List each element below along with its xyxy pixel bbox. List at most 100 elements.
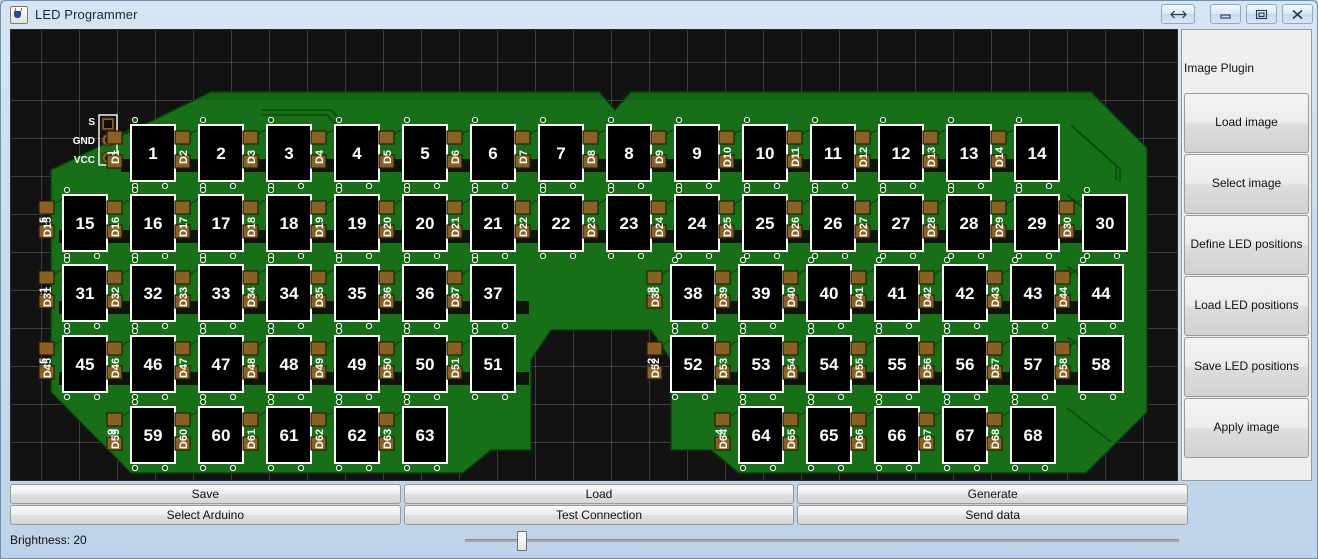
copper-pad bbox=[786, 200, 803, 215]
copper-pad bbox=[446, 130, 463, 145]
mounting-hole bbox=[161, 393, 169, 401]
mounting-hole bbox=[807, 393, 815, 401]
mounting-hole bbox=[403, 116, 411, 124]
diode-label: D11 bbox=[790, 147, 802, 167]
minimize-button[interactable] bbox=[1210, 4, 1241, 24]
led-number-34: 34 bbox=[280, 284, 299, 303]
diode-label: D20 bbox=[382, 217, 394, 237]
mounting-hole bbox=[501, 252, 509, 260]
diode-label: D29 bbox=[994, 217, 1006, 237]
mounting-hole bbox=[403, 393, 411, 401]
diode-label: D52 bbox=[650, 358, 662, 378]
led-number-23: 23 bbox=[620, 214, 639, 233]
copper-pad bbox=[782, 270, 799, 285]
close-button[interactable] bbox=[1282, 4, 1313, 24]
copper-pad bbox=[922, 130, 939, 145]
maximize-button[interactable] bbox=[1246, 4, 1277, 24]
mounting-hole bbox=[63, 393, 71, 401]
diode-label: D61 bbox=[246, 429, 258, 449]
mounting-hole bbox=[199, 327, 207, 335]
diode-label: D32 bbox=[110, 287, 122, 307]
diode-label: D10 bbox=[722, 147, 734, 167]
mounting-hole bbox=[569, 182, 577, 190]
copper-pad bbox=[918, 412, 935, 427]
mounting-hole bbox=[875, 393, 883, 401]
brightness-slider-thumb[interactable] bbox=[517, 531, 527, 551]
window-controls bbox=[1156, 4, 1313, 24]
mounting-hole bbox=[365, 252, 373, 260]
mounting-hole bbox=[403, 398, 411, 406]
test-connection-button[interactable]: Test Connection bbox=[403, 505, 795, 525]
diode-label: D6 bbox=[450, 150, 462, 164]
diode-label: D23 bbox=[586, 217, 598, 237]
mounting-hole bbox=[199, 186, 207, 194]
mounting-hole bbox=[671, 256, 679, 264]
mounting-hole bbox=[1011, 393, 1019, 401]
led-number-67: 67 bbox=[956, 426, 975, 445]
generate-button[interactable]: Generate bbox=[797, 484, 1189, 504]
mounting-hole bbox=[539, 186, 547, 194]
mounting-hole bbox=[807, 322, 815, 330]
diode-label: D12 bbox=[858, 147, 870, 167]
mounting-hole bbox=[879, 186, 887, 194]
copper-pad bbox=[446, 200, 463, 215]
diode-label: D21 bbox=[450, 217, 462, 237]
led-number-28: 28 bbox=[960, 214, 979, 233]
mounting-hole bbox=[161, 252, 169, 260]
mounting-hole bbox=[875, 327, 883, 335]
mounting-hole bbox=[403, 327, 411, 335]
diode-label: D35 bbox=[314, 287, 326, 307]
led-number-13: 13 bbox=[960, 144, 979, 163]
led-number-9: 9 bbox=[692, 144, 701, 163]
copper-pad bbox=[782, 341, 799, 356]
define-led-positions-button[interactable]: Define LED positions bbox=[1184, 215, 1309, 275]
diode-label: D13 bbox=[926, 147, 938, 167]
apply-image-button[interactable]: Apply image bbox=[1184, 398, 1309, 458]
copper-pad bbox=[1058, 200, 1075, 215]
diode-label: D22 bbox=[518, 217, 530, 237]
restore-down-button[interactable] bbox=[1161, 4, 1195, 24]
copper-pad bbox=[714, 270, 731, 285]
mounting-hole bbox=[905, 322, 913, 330]
load-image-button[interactable]: Load image bbox=[1184, 93, 1309, 153]
mounting-hole bbox=[131, 398, 139, 406]
copper-pad bbox=[986, 412, 1003, 427]
copper-pad bbox=[38, 200, 55, 215]
led-number-30: 30 bbox=[1096, 214, 1115, 233]
mounting-hole bbox=[267, 116, 275, 124]
mounting-hole bbox=[501, 182, 509, 190]
title-bar[interactable]: LED Programmer bbox=[1, 1, 1318, 28]
select-image-button[interactable]: Select image bbox=[1184, 154, 1309, 214]
diode-label: D62 bbox=[314, 429, 326, 449]
copper-pad bbox=[918, 270, 935, 285]
mounting-hole bbox=[675, 186, 683, 194]
diode-label: D47 bbox=[178, 358, 190, 378]
mounting-hole bbox=[837, 393, 845, 401]
mounting-hole bbox=[671, 327, 679, 335]
led-cell-45[interactable]: D45 45 bbox=[38, 327, 108, 401]
mounting-hole bbox=[769, 322, 777, 330]
led-number-48: 48 bbox=[280, 355, 299, 374]
load-button[interactable]: Load bbox=[403, 484, 795, 504]
copper-pad bbox=[986, 341, 1003, 356]
brightness-slider[interactable] bbox=[465, 530, 1179, 551]
copper-pad bbox=[514, 200, 531, 215]
pcb-canvas[interactable]: S GND VCC C1D11D22D33D44D55D66D77D88D99D… bbox=[10, 29, 1178, 481]
led-number-65: 65 bbox=[820, 426, 839, 445]
led-number-29: 29 bbox=[1028, 214, 1047, 233]
led-cell-15[interactable]: D15 15 bbox=[38, 186, 108, 260]
led-number-66: 66 bbox=[888, 426, 907, 445]
save-button[interactable]: Save bbox=[10, 484, 401, 504]
led-cell-31[interactable]: D31 31 bbox=[38, 256, 108, 330]
send-data-button[interactable]: Send data bbox=[797, 505, 1189, 525]
mounting-hole bbox=[335, 393, 343, 401]
select-arduino-button[interactable]: Select Arduino bbox=[10, 505, 401, 525]
mounting-hole bbox=[403, 256, 411, 264]
save-led-positions-button[interactable]: Save LED positions bbox=[1184, 337, 1309, 397]
mounting-hole bbox=[267, 464, 275, 472]
load-led-positions-button[interactable]: Load LED positions bbox=[1184, 276, 1309, 336]
led-number-41: 41 bbox=[888, 284, 907, 303]
mounting-hole bbox=[1015, 116, 1023, 124]
diode-label: D14 bbox=[994, 146, 1006, 167]
diode-label: D63 bbox=[382, 429, 394, 449]
